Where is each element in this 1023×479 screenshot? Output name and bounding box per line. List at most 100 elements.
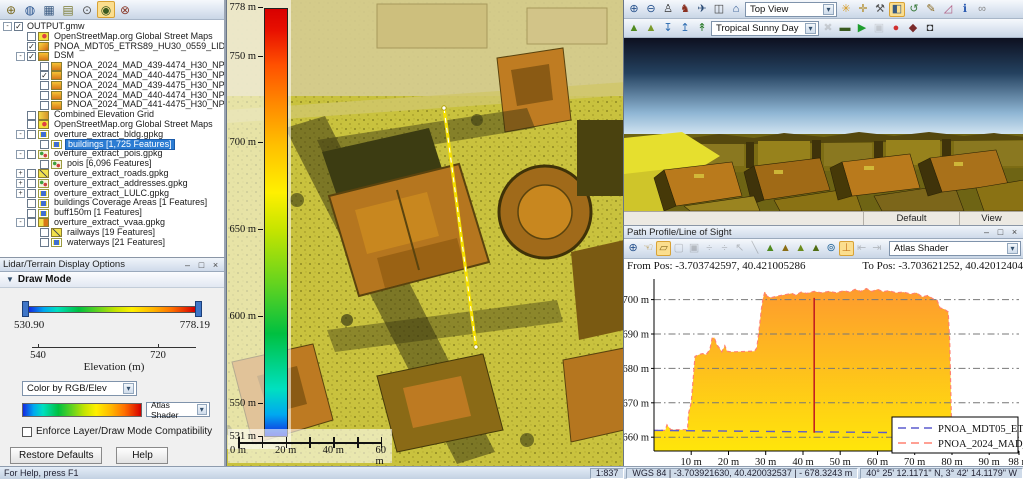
wireframe-icon[interactable]: ◫ [711,2,727,17]
minimize-icon[interactable]: – [981,227,992,237]
zoom-profile-icon[interactable]: ⊕ [626,241,640,256]
terrain-analyze-icon[interactable]: ▲ [809,241,823,256]
expand-icon[interactable]: + [16,169,25,178]
tree-item[interactable]: waterways [21 Features] [0,238,224,248]
layer-checkbox[interactable] [40,91,49,100]
water-lower-icon[interactable]: ↥ [677,21,693,36]
layer-copy-icon[interactable]: ▤ [59,1,77,18]
layer-checkbox[interactable]: ✓ [40,71,49,80]
layer-checkbox[interactable] [27,179,36,188]
select-points-icon[interactable]: ▣ [687,241,701,256]
help-button[interactable]: Help [116,447,168,464]
layer-checkbox[interactable] [27,199,36,208]
path-marker-icon[interactable]: ⊥ [839,241,853,256]
metadata-globe-icon[interactable]: ◍ [21,1,39,18]
layer-checkbox[interactable] [27,32,36,41]
layer-tree[interactable]: -✓OUTPUT.gmwOpenStreetMap.org Global Str… [0,20,224,254]
layer-checkbox[interactable] [27,130,36,139]
elevation-range-slider[interactable] [22,301,202,317]
fly-mode-icon[interactable]: ✈ [694,2,710,17]
close-icon[interactable]: × [210,260,221,270]
zoom-out-icon[interactable]: ⊖ [643,2,659,17]
maximize-icon[interactable]: □ [995,227,1006,237]
hover-mode-icon[interactable]: ♞ [677,2,693,17]
exaggeration-down-icon[interactable]: ▲ [643,21,659,36]
pause-icon[interactable]: ▣ [871,21,887,36]
collapse-icon[interactable]: - [16,150,25,159]
collapse-icon[interactable]: - [3,22,12,31]
pick-position-icon[interactable]: ↖ [733,241,747,256]
enforce-compatibility-checkbox[interactable] [22,427,32,437]
play-icon[interactable]: ▶ [854,21,870,36]
close-layer-icon[interactable]: ⊗ [116,1,134,18]
layer-checkbox[interactable] [27,150,36,159]
walk-mode-icon[interactable]: ♙ [660,2,676,17]
layer-checkbox[interactable]: ✓ [27,42,36,51]
viewer-3d-panel[interactable]: ⊕⊖♙♞✈◫⌂ Top View ▾ ✳✛⚒◧↺✎◿ℹ∞ ▲▲↧↥↟ Tropi… [623,0,1023,225]
collapse-icon[interactable]: - [16,218,25,227]
snapshot-icon[interactable]: ◘ [922,21,938,36]
layer-checkbox[interactable]: ✓ [14,22,23,31]
view-direction-select[interactable]: Top View ▾ [745,2,837,17]
atmosphere-select[interactable]: Tropical Sunny Day ▾ [711,21,819,36]
color-mode-select[interactable]: Color by RGB/Elev ▾ [22,381,137,396]
link-views-icon[interactable]: ∞ [974,2,990,17]
layer-checkbox[interactable] [40,62,49,71]
measure-icon[interactable]: ◿ [940,2,956,17]
range-min-handle[interactable] [22,301,29,317]
profile-shader-select[interactable]: Atlas Shader ▾ [889,241,1021,256]
layer-checkbox[interactable] [27,169,36,178]
split-view-icon[interactable]: ◧ [889,2,905,17]
center-crosshair-icon[interactable]: ✛ [855,2,871,17]
sight-line-icon[interactable]: ╲ [748,241,762,256]
slope-down-icon[interactable]: ÷ [717,241,731,256]
layer-checkbox[interactable] [27,218,36,227]
tree-item[interactable]: ✓PNOA_MDT05_ETRS89_HU30_0559_LID.tif [0,42,224,52]
expand-icon[interactable]: + [16,179,25,188]
layer-checkbox[interactable] [40,238,49,247]
zoom-in-icon[interactable]: ⊕ [626,2,642,17]
info-icon[interactable]: ℹ [957,2,973,17]
water-raise-icon[interactable]: ↧ [660,21,676,36]
layer-checkbox[interactable]: ✓ [27,52,36,61]
draw-mode-section[interactable]: ▼ Draw Mode [0,272,224,288]
open-file-icon[interactable]: ⊕ [2,1,20,18]
tools-icon[interactable]: ⚒ [872,2,888,17]
maximize-icon[interactable]: □ [196,260,207,270]
map-view[interactable]: 0 m20 m40 m60 m 778 m750 m700 m650 m600 … [226,0,623,466]
collapse-icon[interactable]: - [16,52,25,61]
cut-and-fill-icon[interactable]: ▲ [763,241,777,256]
exaggeration-up-icon[interactable]: ▲ [626,21,642,36]
record-icon[interactable]: ● [888,21,904,36]
terrain-peak-icon[interactable]: ▲ [778,241,792,256]
measure-profile-icon[interactable]: ▱ [656,241,670,256]
close-icon[interactable]: × [1009,227,1020,237]
draw-icon[interactable]: ✎ [923,2,939,17]
terrain-edit-icon[interactable]: ▲ [794,241,808,256]
expand-icon[interactable]: + [16,189,25,198]
layer-checkbox[interactable] [40,228,49,237]
slope-up-icon[interactable]: ÷ [702,241,716,256]
home-view-icon[interactable]: ⌂ [728,2,744,17]
layer-checkbox[interactable] [27,209,36,218]
minimize-icon[interactable]: – [182,260,193,270]
cancel-flythrough-icon[interactable]: ✖ [820,21,836,36]
prev-segment-icon[interactable]: ⇤ [855,241,869,256]
layer-checkbox[interactable] [40,81,49,90]
record-setup-icon[interactable]: ▬ [837,21,853,36]
select-region-icon[interactable]: ▢ [672,241,686,256]
attribute-table-icon[interactable]: ▦ [40,1,58,18]
collapse-icon[interactable]: - [16,130,25,139]
orbit-icon[interactable]: ↺ [906,2,922,17]
video-camera-icon[interactable]: ◆ [905,21,921,36]
layer-checkbox[interactable] [27,189,36,198]
layer-zoom-icon[interactable]: ⊙ [78,1,96,18]
shader-select[interactable]: Atlas Shader ▾ [146,402,210,417]
vegetation-icon[interactable]: ↟ [694,21,710,36]
layer-checkbox[interactable] [27,111,36,120]
layer-checkbox[interactable] [27,120,36,129]
layer-checkbox[interactable] [40,101,49,110]
layer-checkbox[interactable] [40,140,49,149]
layer-visibility-icon[interactable]: ◉ [97,1,115,18]
export-profile-icon[interactable]: ⊚ [824,241,838,256]
